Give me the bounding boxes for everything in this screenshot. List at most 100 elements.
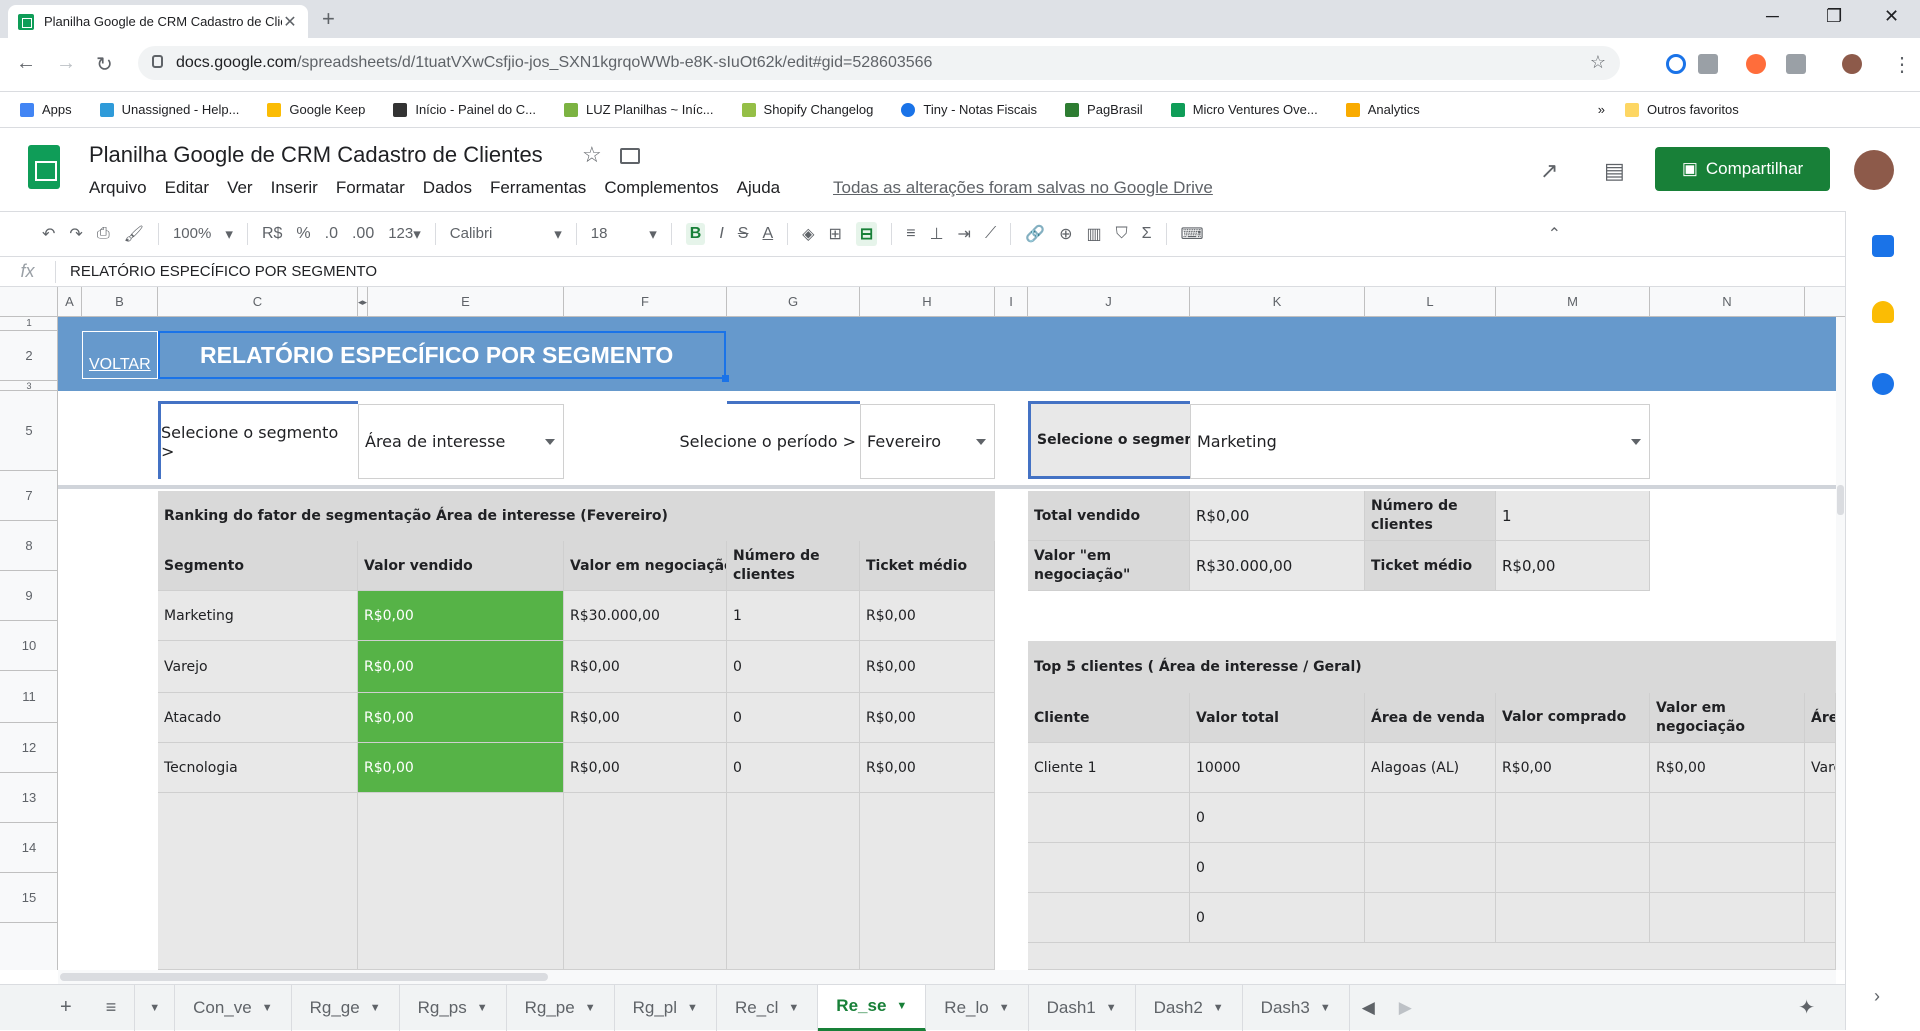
ranking-empty-cell[interactable] [860, 793, 995, 970]
menu-ferramentas[interactable]: Ferramentas [490, 178, 586, 198]
sheet-tab-rg-ge[interactable]: Rg_ge ▼ [292, 984, 400, 1031]
text-rotation-icon[interactable]: ⟋ [985, 225, 996, 243]
select-all-corner[interactable] [0, 287, 58, 317]
row-header[interactable]: 5 [0, 391, 58, 471]
row-header[interactable]: 9 [0, 571, 58, 621]
top5-cell[interactable]: 0 [1190, 843, 1365, 893]
bookmark-item[interactable]: Início - Painel do C... [393, 102, 536, 117]
top5-cell[interactable]: Vare [1805, 743, 1836, 793]
segment2-dropdown[interactable]: Marketing [1190, 404, 1650, 479]
ranking-cell[interactable]: Atacado [158, 693, 358, 743]
ranking-cell[interactable]: R$0,00 [358, 743, 564, 793]
font-size-select[interactable]: 18 ▾ [591, 225, 657, 243]
horizontal-align-icon[interactable]: ≡ [906, 225, 915, 243]
top5-cell[interactable] [1805, 893, 1836, 943]
formula-input[interactable]: RELATÓRIO ESPECÍFICO POR SEGMENTO [56, 263, 377, 280]
undo-icon[interactable]: ↶ [42, 224, 55, 244]
menu-formatar[interactable]: Formatar [336, 178, 405, 198]
back-link[interactable]: VOLTAR [82, 331, 158, 379]
sheet-tab-dash1[interactable]: Dash1 ▼ [1029, 984, 1136, 1031]
strikethrough-icon[interactable]: S [738, 225, 749, 243]
sheet-tab-rg-pe[interactable]: Rg_pe ▼ [507, 984, 615, 1031]
row-header[interactable]: 8 [0, 521, 58, 571]
explore-icon[interactable]: ✦ [1798, 985, 1845, 1031]
sheet-tab-re-lo[interactable]: Re_lo ▼ [926, 984, 1029, 1031]
top5-cell[interactable] [1365, 793, 1496, 843]
ranking-cell[interactable]: R$0,00 [860, 591, 995, 641]
vertical-scroll-thumb[interactable] [1837, 485, 1844, 515]
extension-icon[interactable] [1786, 54, 1806, 74]
extension-icon[interactable] [1746, 54, 1766, 74]
row-header[interactable]: 11 [0, 671, 58, 723]
menu-ajuda[interactable]: Ajuda [737, 178, 780, 198]
sheet-tab-rg-pl[interactable]: Rg_pl ▼ [615, 984, 717, 1031]
new-tab-icon[interactable]: + [322, 6, 335, 32]
sheet-tab-dash2[interactable]: Dash2 ▼ [1136, 984, 1243, 1031]
more-bookmarks-icon[interactable]: » [1598, 102, 1605, 117]
menu-arquivo[interactable]: Arquivo [89, 178, 147, 198]
col-header-a[interactable]: A [58, 287, 82, 317]
vertical-scrollbar[interactable] [1836, 317, 1845, 970]
sheet-tab-re-se[interactable]: Re_se ▼ [818, 984, 927, 1031]
row-header[interactable]: 3 [0, 381, 58, 391]
top5-cell[interactable]: R$0,00 [1496, 743, 1650, 793]
ranking-cell[interactable]: 1 [727, 591, 860, 641]
row-header[interactable]: 15 [0, 873, 58, 923]
functions-icon[interactable]: Σ [1142, 225, 1152, 243]
percent-format-button[interactable]: % [296, 225, 310, 243]
text-color-icon[interactable]: A [762, 225, 773, 243]
bookmark-item[interactable]: Shopify Changelog [741, 102, 873, 117]
bookmark-item[interactable]: Tiny - Notas Fiscais [901, 102, 1037, 117]
horizontal-scrollbar[interactable] [58, 970, 1836, 984]
currency-format-button[interactable]: R$ [262, 225, 282, 243]
ranking-cell[interactable]: R$0,00 [860, 641, 995, 693]
col-header-b[interactable]: B [82, 287, 158, 317]
ranking-empty-cell[interactable] [158, 793, 358, 970]
ranking-cell[interactable]: R$0,00 [860, 693, 995, 743]
segment-dropdown[interactable]: Área de interesse [358, 404, 564, 479]
increase-decimal-button[interactable]: .00 [352, 225, 374, 243]
other-favorites[interactable]: Outros favoritos [1624, 102, 1739, 117]
ranking-cell[interactable]: R$0,00 [564, 743, 727, 793]
top5-cell[interactable]: 0 [1190, 893, 1365, 943]
minimize-icon[interactable]: ─ [1766, 6, 1779, 27]
menu-editar[interactable]: Editar [165, 178, 209, 198]
sheet-tab-con-ve[interactable]: Con_ve ▼ [175, 984, 292, 1031]
close-tab-icon[interactable]: ✕ [282, 12, 298, 32]
bookmark-item[interactable]: PagBrasil [1065, 102, 1143, 117]
more-formats-select[interactable]: 123 ▾ [388, 225, 421, 243]
star-icon[interactable]: ☆ [582, 142, 602, 168]
row-header[interactable]: 13 [0, 773, 58, 823]
activity-trend-icon[interactable]: ↗ [1540, 158, 1558, 184]
ranking-cell[interactable]: Tecnologia [158, 743, 358, 793]
profile-avatar[interactable] [1842, 54, 1862, 74]
top5-cell[interactable]: Alagoas (AL) [1365, 743, 1496, 793]
row-header[interactable]: 2 [0, 331, 58, 381]
sheet-tab-dash3[interactable]: Dash3 ▼ [1243, 984, 1350, 1031]
top5-cell[interactable]: R$0,00 [1650, 743, 1805, 793]
top5-cell[interactable]: 0 [1190, 793, 1365, 843]
keep-icon[interactable] [1872, 301, 1894, 323]
ranking-cell[interactable]: Marketing [158, 591, 358, 641]
top5-cell[interactable] [1028, 893, 1190, 943]
print-icon[interactable]: ⎙ [97, 225, 110, 243]
add-sheet-icon[interactable]: + [0, 985, 88, 1031]
close-window-icon[interactable]: ✕ [1884, 6, 1899, 27]
col-header-c[interactable]: C [158, 287, 358, 317]
summary-value[interactable]: R$30.000,00 [1190, 541, 1365, 591]
top5-cell[interactable] [1650, 893, 1805, 943]
redo-icon[interactable]: ↷ [69, 224, 82, 244]
share-button[interactable]: ▣ Compartilhar [1655, 147, 1830, 191]
ranking-empty-cell[interactable] [727, 793, 860, 970]
top5-cell[interactable] [1650, 793, 1805, 843]
row-header[interactable]: 1 [0, 317, 58, 331]
maximize-icon[interactable]: ❐ [1826, 6, 1842, 27]
font-select[interactable]: Calibri ▾ [450, 225, 562, 243]
bold-icon[interactable]: B [685, 223, 706, 245]
col-header-k[interactable]: K [1190, 287, 1365, 317]
bookmark-apps[interactable]: Apps [20, 102, 72, 117]
fill-handle[interactable] [722, 375, 729, 382]
ranking-cell[interactable]: 0 [727, 743, 860, 793]
menu-complementos[interactable]: Complementos [604, 178, 718, 198]
insert-comment-icon[interactable]: ⊕ [1059, 224, 1072, 244]
